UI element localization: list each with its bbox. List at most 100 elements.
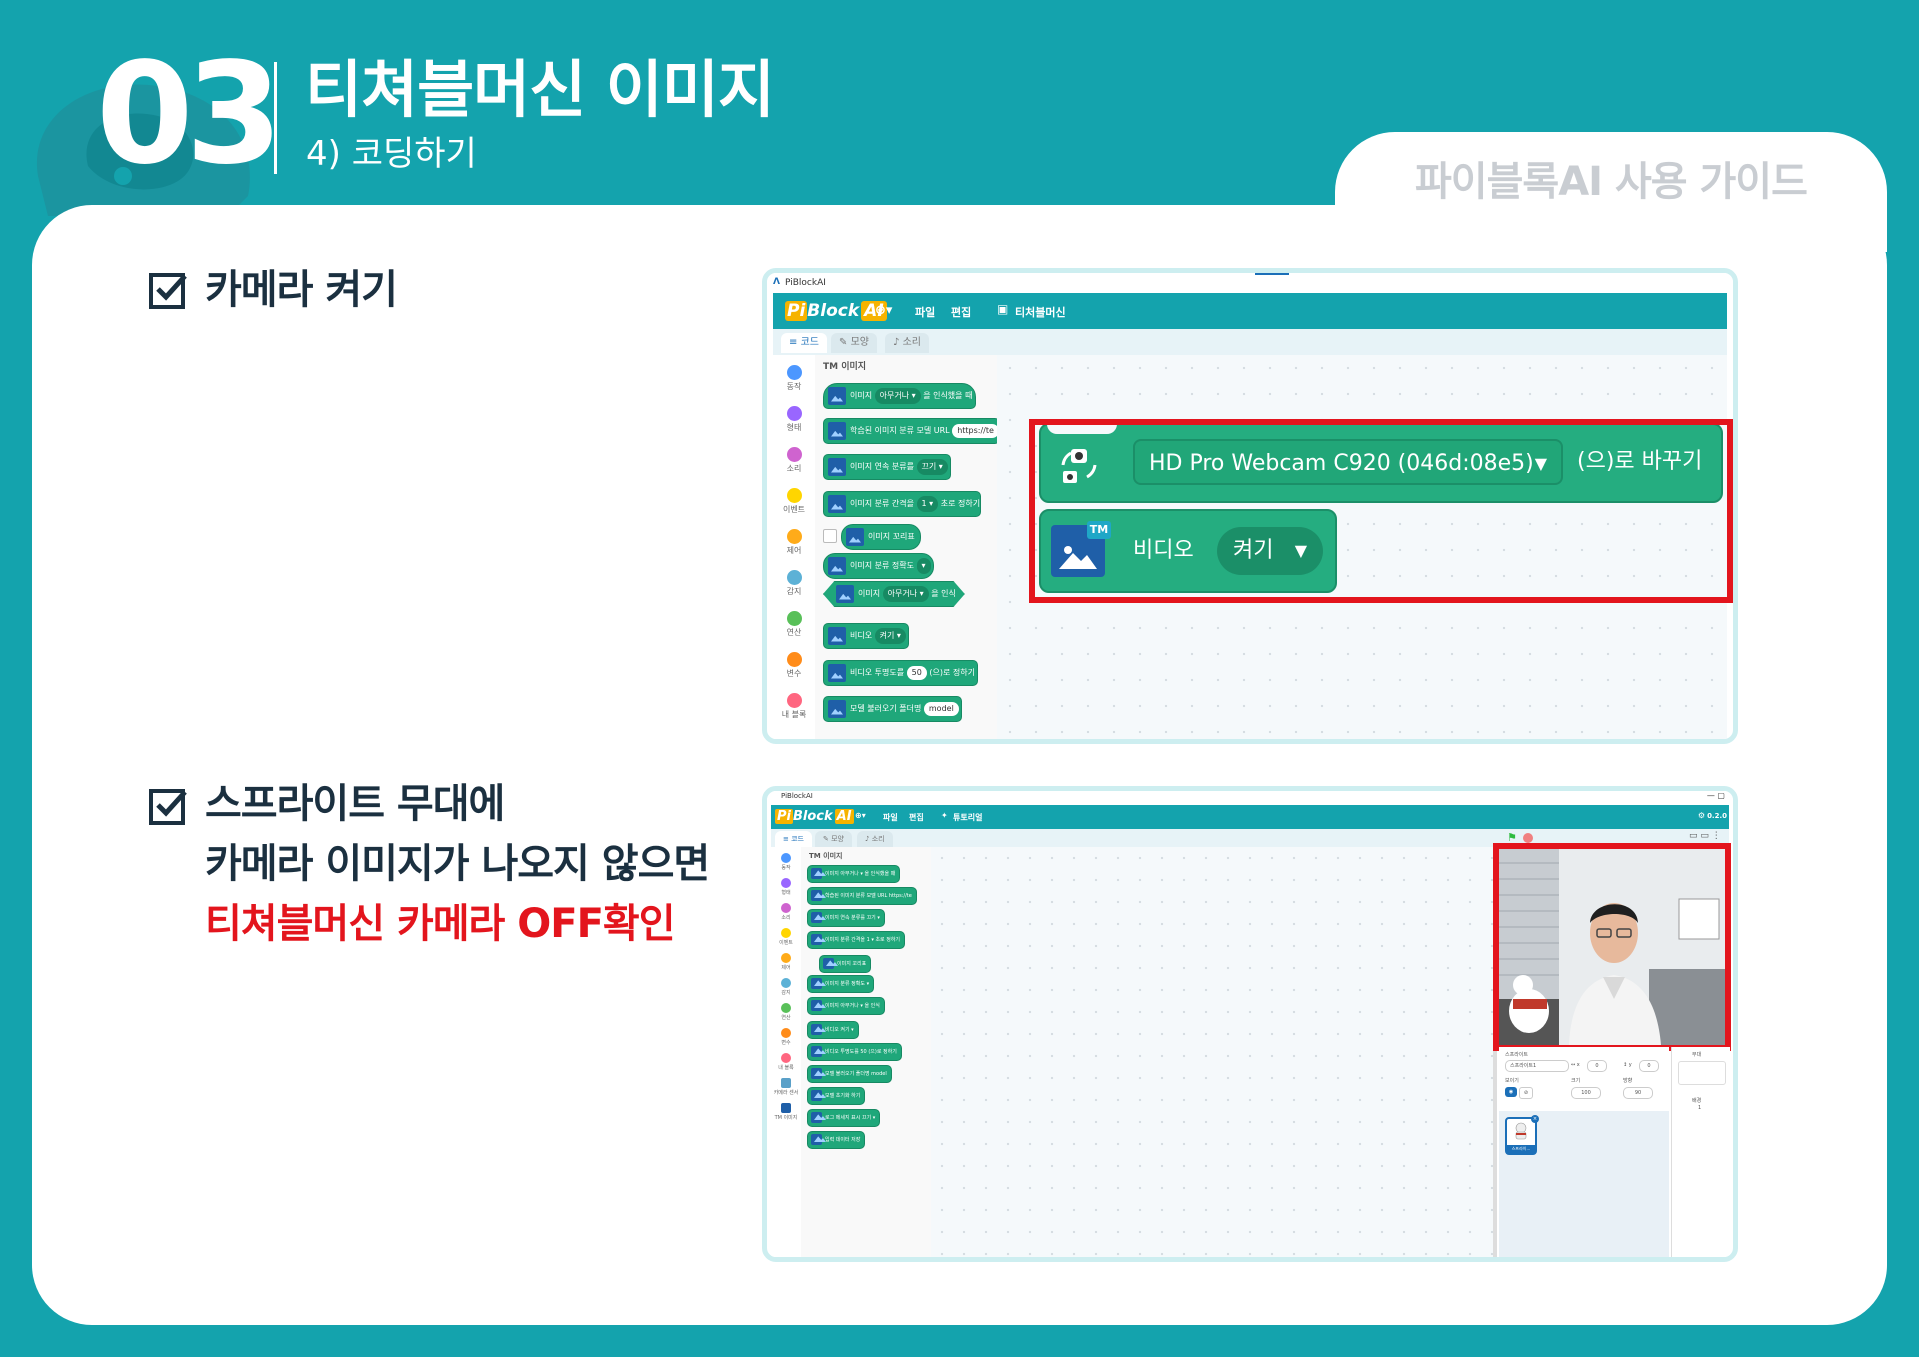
backdrops-count: 1 <box>1698 1105 1702 1111</box>
category-variables[interactable]: 변수 <box>779 652 809 679</box>
image-icon <box>828 663 846 682</box>
image-icon <box>828 494 846 513</box>
category-tm-image[interactable]: TM 이미지 <box>771 1103 801 1121</box>
category-operators[interactable]: 연산 <box>779 611 809 638</box>
menu-edit[interactable]: 편집 <box>909 812 924 823</box>
item-camera-on: 카메라 켜기 <box>205 267 398 313</box>
delete-sprite-icon[interactable]: × <box>1531 1115 1539 1123</box>
sprite-info: 스프라이트 스프라이트1 ↔ x 0 ↕ y 0 보이기 ◉ ⊘ 크기 100 … <box>1499 1047 1669 1111</box>
code-workspace[interactable] <box>931 847 1497 1257</box>
block-accuracy[interactable]: 이미지 분류 정확도 ▾ <box>823 553 935 579</box>
block-video[interactable]: 비디오 켜기 ▾ <box>823 623 910 649</box>
block-video-transparency[interactable]: 비디오 투명도를 50 (으)로 정하기 <box>823 660 979 686</box>
globe-icon[interactable]: ⊕▾ <box>855 811 866 820</box>
image-icon <box>811 1134 822 1145</box>
block-load-model[interactable]: 모델 불러오기 폴더명 model <box>823 696 963 722</box>
palette-block-label: 입력 데이터 저장 <box>825 1137 861 1143</box>
category-motion[interactable]: 동작 <box>779 365 809 392</box>
category-sensing[interactable]: 감지 <box>771 978 801 996</box>
tab-costume[interactable]: ✎ 모양 <box>831 333 877 353</box>
menu-teachable[interactable]: 티처블머신 <box>1015 304 1066 320</box>
eye-icon[interactable]: ◉ <box>1505 1087 1517 1097</box>
version-label: 0.2.0 <box>1707 812 1727 820</box>
menu-file[interactable]: 파일 <box>883 812 898 823</box>
tab-sound[interactable]: ♪ 소리 <box>857 831 893 847</box>
palette-block[interactable]: 이미지 꼬리표 <box>819 955 872 973</box>
palette-block[interactable]: 이미지 연속 분류를 끄기 ▾ <box>807 909 885 927</box>
palette-block[interactable]: 이미지 아무거나 ▾ 을 인식했을 때 <box>807 865 901 883</box>
backdrops-label: 배경 <box>1692 1098 1702 1104</box>
checkbox-icon <box>149 789 187 825</box>
palette-block[interactable]: 이미지 아무거나 ▾ 을 인식 <box>807 997 885 1015</box>
block-classify-interval[interactable]: 이미지 분류 간격을 1 ▾ 초로 정하기 <box>823 491 982 517</box>
block-image-recognized[interactable]: 이미지 아무거나 ▾ 을 인식 <box>823 581 965 607</box>
image-icon <box>811 1046 822 1057</box>
checkbox-icon <box>149 273 187 309</box>
category-myblocks[interactable]: 내 블록 <box>771 1053 801 1071</box>
palette-block[interactable]: 비디오 켜기 ▾ <box>807 1021 859 1039</box>
tab-code[interactable]: ≡ 코드 <box>775 831 812 847</box>
y-axis-icon: ↕ y <box>1623 1062 1632 1068</box>
category-operators[interactable]: 연산 <box>771 1003 801 1021</box>
category-variables[interactable]: 변수 <box>771 1028 801 1046</box>
editor-tabs: ≡ 코드 ✎ 모양 ♪ 소리 <box>773 329 1727 355</box>
stage-thumbnail[interactable] <box>1678 1061 1726 1085</box>
menu-file[interactable]: 파일 <box>915 304 935 320</box>
palette-block[interactable]: 학습된 이미지 분류 모델 URL https://te <box>807 887 917 905</box>
palette-block[interactable]: 이미지 분류 정확도 ▾ <box>807 975 875 993</box>
stage-size-icons[interactable]: ▭ ▭ ⋮ <box>1689 831 1721 841</box>
globe-icon[interactable]: ⊕▾ <box>875 303 892 318</box>
item-sprite-line3: 티쳐블머신 카메라 OFF확인 <box>205 901 676 947</box>
logo-block: Block <box>807 301 860 321</box>
logo-ai: AI <box>834 809 854 824</box>
palette-block-label: 로그 메세지 표시 끄기 ▾ <box>825 1115 876 1121</box>
tab-code[interactable]: ≡ 코드 <box>781 333 827 353</box>
category-control[interactable]: 제어 <box>779 529 809 556</box>
screenshot-sprite-stage: PiBlockAI — ▢ Pi Block AI ⊕▾ 파일 편집 ✦ 튜토리얼 … <box>762 786 1738 1262</box>
category-myblocks[interactable]: 내 블록 <box>779 693 809 720</box>
show-label: 보이기 <box>1505 1078 1519 1084</box>
sprite-y-input[interactable]: 0 <box>1639 1060 1659 1072</box>
block-model-url[interactable]: 학습된 이미지 분류 모델 URL https://te <box>823 418 1000 444</box>
menu-tutorial[interactable]: 튜토리얼 <box>953 812 982 823</box>
category-looks[interactable]: 형태 <box>771 878 801 896</box>
settings-icon[interactable]: ⚙ <box>1698 811 1705 820</box>
palette-block[interactable]: 비디오 투명도를 50 (으)로 정하기 <box>807 1043 902 1061</box>
palette-block[interactable]: 모델 불러오기 폴더명 model <box>807 1065 892 1083</box>
category-sound[interactable]: 소리 <box>771 903 801 921</box>
reporter-checkbox[interactable] <box>823 529 837 543</box>
menu-edit[interactable]: 편집 <box>951 304 971 320</box>
sprite-bear-icon <box>1515 1122 1527 1140</box>
palette-block[interactable]: 이미지 분류 간격을 1 ▾ 초로 정하기 <box>807 931 906 949</box>
eye-off-icon[interactable]: ⊘ <box>1519 1087 1533 1099</box>
tab-costume[interactable]: ✎ 모양 <box>815 831 852 847</box>
category-events[interactable]: 이벤트 <box>779 488 809 515</box>
page-title: 티쳐블머신 이미지 <box>305 53 775 126</box>
sprite-thumbnail[interactable]: 스프라이... × <box>1505 1115 1539 1155</box>
image-icon <box>828 386 846 405</box>
sprite-direction-input[interactable]: 90 <box>1623 1087 1653 1099</box>
sprite-x-input[interactable]: 0 <box>1587 1060 1607 1072</box>
image-icon <box>828 556 846 575</box>
block-continuous-classify[interactable]: 이미지 연속 분류를 끄기 ▾ <box>823 454 952 480</box>
category-motion[interactable]: 동작 <box>771 853 801 871</box>
category-camera-sensor[interactable]: 카메라 센서 <box>771 1078 801 1096</box>
tab-sound[interactable]: ♪ 소리 <box>885 333 929 353</box>
palette-block[interactable]: 모델 초기화 하기 <box>807 1087 866 1105</box>
category-sound[interactable]: 소리 <box>779 447 809 474</box>
category-looks[interactable]: 형태 <box>779 406 809 433</box>
app-logo[interactable]: Pi Block AI <box>775 808 854 826</box>
image-icon <box>828 421 846 440</box>
block-when-image-recognized[interactable]: 이미지 아무거나 ▾ 을 인식했을 때 <box>823 383 976 409</box>
palette-block[interactable]: 입력 데이터 저장 <box>807 1131 866 1149</box>
block-image-label[interactable]: 이미지 꼬리표 <box>841 524 921 550</box>
stop-icon[interactable] <box>1523 833 1533 843</box>
image-icon <box>811 1024 822 1035</box>
category-control[interactable]: 제어 <box>771 953 801 971</box>
sprite-name-input[interactable]: 스프라이트1 <box>1505 1060 1569 1072</box>
sprite-size-input[interactable]: 100 <box>1571 1087 1601 1099</box>
category-events[interactable]: 이벤트 <box>771 928 801 946</box>
palette-block[interactable]: 로그 메세지 표시 끄기 ▾ <box>807 1109 881 1127</box>
category-sensing[interactable]: 감지 <box>779 570 809 597</box>
window-controls[interactable]: — ▢ <box>1707 791 1725 800</box>
